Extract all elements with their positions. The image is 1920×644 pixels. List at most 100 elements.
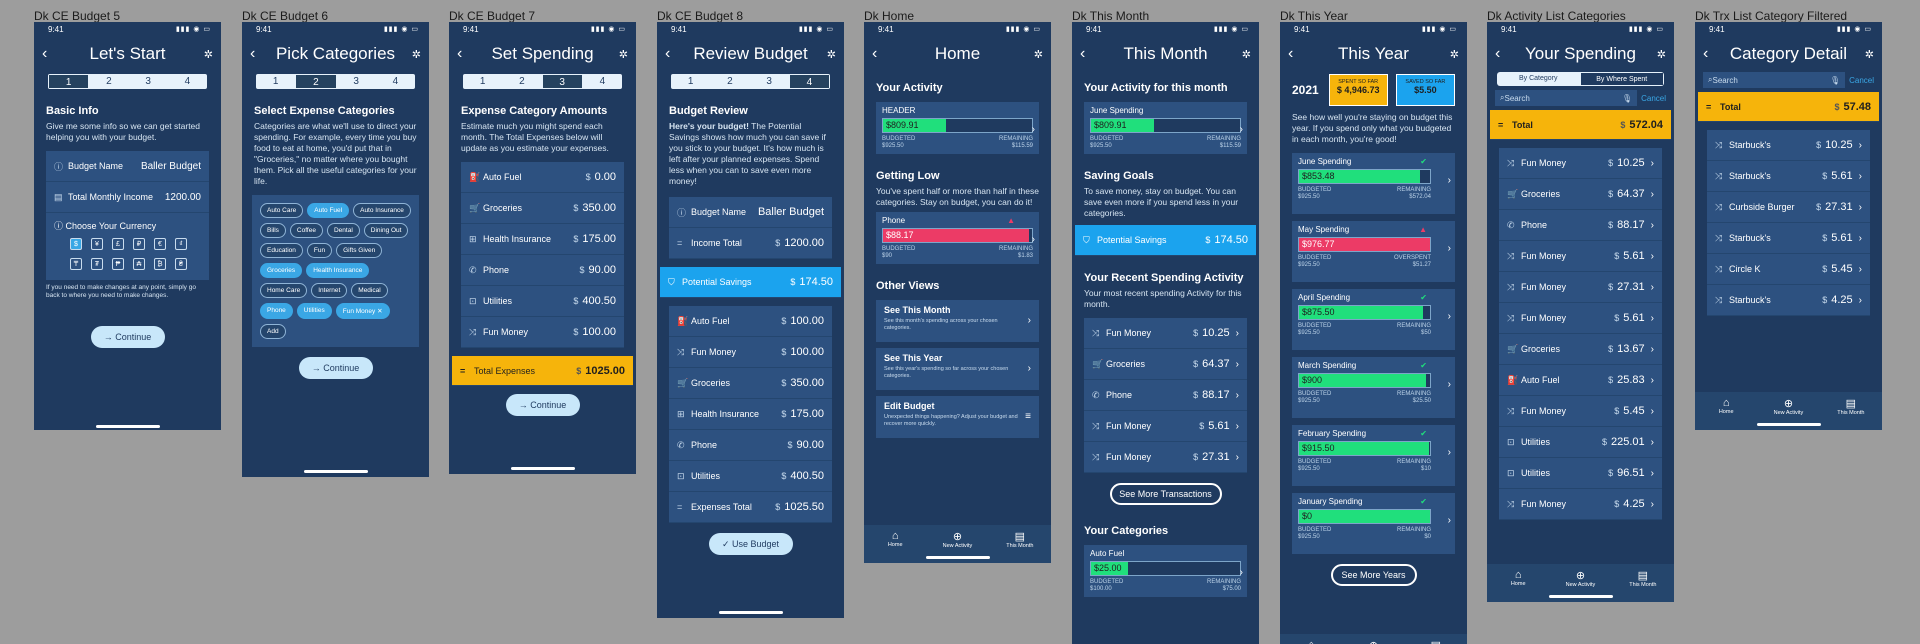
gear-icon[interactable]: ✲ [614, 48, 628, 61]
gear-icon[interactable]: ✲ [1652, 48, 1666, 61]
search-field[interactable]: ⌕ Search 🎙 [1495, 90, 1638, 106]
category-row[interactable]: ⤨ Fun Money $10.25 › [1084, 318, 1247, 349]
tab-home[interactable]: ⌂ [1280, 634, 1342, 644]
category-chip[interactable]: Education [260, 243, 303, 258]
category-chip[interactable]: Medical [351, 283, 388, 298]
search-input[interactable]: Search [1712, 76, 1829, 85]
tab-this-month[interactable]: ▤ This Month [989, 525, 1051, 563]
currency-option[interactable]: ₫ [175, 238, 187, 250]
back-icon[interactable]: ‹ [42, 45, 56, 63]
gear-icon[interactable]: ✲ [1029, 48, 1043, 61]
category-row[interactable]: ✆ Phone $88.17 › [1084, 380, 1247, 411]
transaction-row[interactable]: ⤨ Circle K $5.45 › [1707, 254, 1870, 285]
category-card[interactable]: Auto Fuel $25.00 BUDGETED $100.00 REMAINING $… [1084, 545, 1247, 597]
step-2[interactable]: 2 [89, 74, 128, 89]
gear-icon[interactable]: ✲ [407, 48, 421, 61]
tab-this-month[interactable]: ▤ This Month [1820, 392, 1882, 430]
currency-option[interactable]: ₿ [154, 258, 166, 270]
step-1[interactable]: 1 [48, 74, 90, 89]
category-row[interactable]: ⤨ Fun Money $5.45 › [1499, 396, 1662, 427]
month-card[interactable]: March Spending ✔ $900 BUDGETED $925.50 REMAIN… [1292, 357, 1455, 418]
category-row[interactable]: ⤨ Fun Money $5.61 › [1499, 241, 1662, 272]
transaction-row[interactable]: ⤨ Starbuck's $4.25 › [1707, 285, 1870, 316]
month-card[interactable]: June Spending ✔ $853.48 BUDGETED $925.50 REMA… [1292, 153, 1455, 214]
category-row[interactable]: ⊞ Health Insurance $175.00 [461, 224, 624, 255]
category-row[interactable]: ⊞ Health Insurance $175.00 [669, 399, 832, 430]
category-chip[interactable]: Add [260, 324, 286, 339]
month-card[interactable]: February Spending ✔ $915.50 BUDGETED $925.50… [1292, 425, 1455, 486]
step-1[interactable]: 1 [671, 74, 710, 89]
category-chip[interactable]: Utilities [296, 303, 332, 319]
currency-option[interactable]: ₸ [70, 258, 82, 270]
category-row[interactable]: ✆ Phone $90.00 [461, 255, 624, 286]
gear-icon[interactable]: ✲ [822, 48, 836, 61]
step-3[interactable]: 3 [750, 74, 789, 89]
transaction-row[interactable]: ⤨ Starbuck's $5.61 › [1707, 223, 1870, 254]
month-card[interactable]: April Spending ✔ $875.50 BUDGETED $925.50 REM… [1292, 289, 1455, 350]
category-row[interactable]: 🛒 Groceries $13.67 › [1499, 334, 1662, 365]
currency-option[interactable]: ₱ [112, 258, 124, 270]
category-chip[interactable]: Phone [260, 303, 293, 319]
step-4[interactable]: 4 [376, 74, 415, 89]
category-row[interactable]: ⛽ Auto Fuel $100.00 [669, 306, 832, 337]
back-icon[interactable]: ‹ [1495, 45, 1509, 63]
summary-row[interactable]: ⓘ Budget Name Baller Budget [669, 197, 832, 228]
category-row[interactable]: 🛒 Groceries $64.37 › [1499, 179, 1662, 210]
category-row[interactable]: 🛒 Groceries $64.37 › [1084, 349, 1247, 380]
category-row[interactable]: ⤨ Fun Money $100.00 [669, 337, 832, 368]
category-row[interactable]: ⊡ Utilities $400.50 [461, 286, 624, 317]
step-2[interactable]: 2 [295, 74, 337, 89]
step-2[interactable]: 2 [502, 74, 541, 89]
activity-card[interactable]: HEADER $809.91 BUDGETED $925.50 REMAINING $11… [876, 102, 1039, 154]
category-row[interactable]: ⤨ Fun Money $27.31 › [1499, 272, 1662, 303]
currency-option[interactable]: ₮ [91, 258, 103, 270]
currency-option[interactable]: £ [112, 238, 124, 250]
phone-low-card[interactable]: Phone ▲ $88.17 BUDGETED $90 REMAINING $1.83 › [876, 212, 1039, 264]
summary-row[interactable]: = Income Total $1200.00 [669, 228, 832, 259]
step-3[interactable]: 3 [541, 74, 583, 89]
step-1[interactable]: 1 [463, 74, 502, 89]
view-link[interactable]: Edit Budget Unexpected things happening? … [876, 396, 1039, 438]
category-chip[interactable]: Auto Insurance [353, 203, 411, 218]
category-row[interactable]: ⤨ Fun Money $27.31 › [1084, 442, 1247, 473]
currency-option[interactable]: ₴ [175, 258, 187, 270]
tab-home[interactable]: ⌂ Home [1695, 392, 1757, 430]
see-more-transactions-button[interactable]: See More Transactions [1109, 483, 1222, 505]
category-row[interactable]: ⊡ Utilities $400.50 [669, 461, 832, 492]
step-3[interactable]: 3 [129, 74, 168, 89]
currency-option[interactable]: ₽ [133, 238, 145, 250]
search-field[interactable]: ⌕ Search 🎙 [1703, 72, 1846, 88]
step-4[interactable]: 4 [583, 74, 622, 89]
category-chip[interactable]: Fun Money ✕ [335, 303, 390, 319]
back-icon[interactable]: ‹ [250, 45, 264, 63]
category-row[interactable]: 🛒 Groceries $350.00 [461, 193, 624, 224]
category-row[interactable]: ⤨ Fun Money $4.25 › [1499, 489, 1662, 520]
category-chip[interactable]: Bills [260, 223, 286, 238]
gear-icon[interactable]: ✲ [1860, 48, 1874, 61]
category-row[interactable]: ⊡ Utilities $225.01 › [1499, 427, 1662, 458]
tab-new-activity[interactable]: ⊕ [1342, 634, 1404, 644]
tab-this-month[interactable]: ▤ [1405, 634, 1467, 644]
segment-by-category[interactable]: By Category [1497, 72, 1580, 86]
category-chip[interactable]: Home Care [260, 283, 308, 298]
currency-option[interactable]: ₳ [133, 258, 145, 270]
category-chip[interactable]: Coffee [289, 223, 323, 238]
back-icon[interactable]: ‹ [1288, 45, 1302, 63]
category-row[interactable]: ✆ Phone $88.17 › [1499, 210, 1662, 241]
transaction-row[interactable]: ⤨ Starbuck's $10.25 › [1707, 130, 1870, 161]
view-link[interactable]: See This Month See this month's spending … [876, 300, 1039, 342]
month-card[interactable]: May Spending ▲ $976.77 BUDGETED $925.50 OVERS… [1292, 221, 1455, 282]
step-3[interactable]: 3 [337, 74, 376, 89]
category-row[interactable]: ✆ Phone $90.00 [669, 430, 832, 461]
step-4[interactable]: 4 [168, 74, 207, 89]
category-row[interactable]: ⛽ Auto Fuel $25.83 › [1499, 365, 1662, 396]
category-row[interactable]: 🛒 Groceries $350.00 [669, 368, 832, 399]
use-budget-button[interactable]: ✓ Use Budget [708, 533, 793, 555]
transaction-row[interactable]: ⤨ Starbuck's $5.61 › [1707, 161, 1870, 192]
continue-button[interactable]: → Continue [298, 357, 373, 379]
month-card[interactable]: January Spending ✔ $0 BUDGETED $925.50 REMAIN… [1292, 493, 1455, 554]
category-chip[interactable]: Dining Out [363, 223, 409, 238]
category-chip[interactable]: Health Insurance [306, 263, 370, 278]
tab-home[interactable]: ⌂ Home [1487, 564, 1549, 602]
currency-option[interactable]: € [154, 238, 166, 250]
